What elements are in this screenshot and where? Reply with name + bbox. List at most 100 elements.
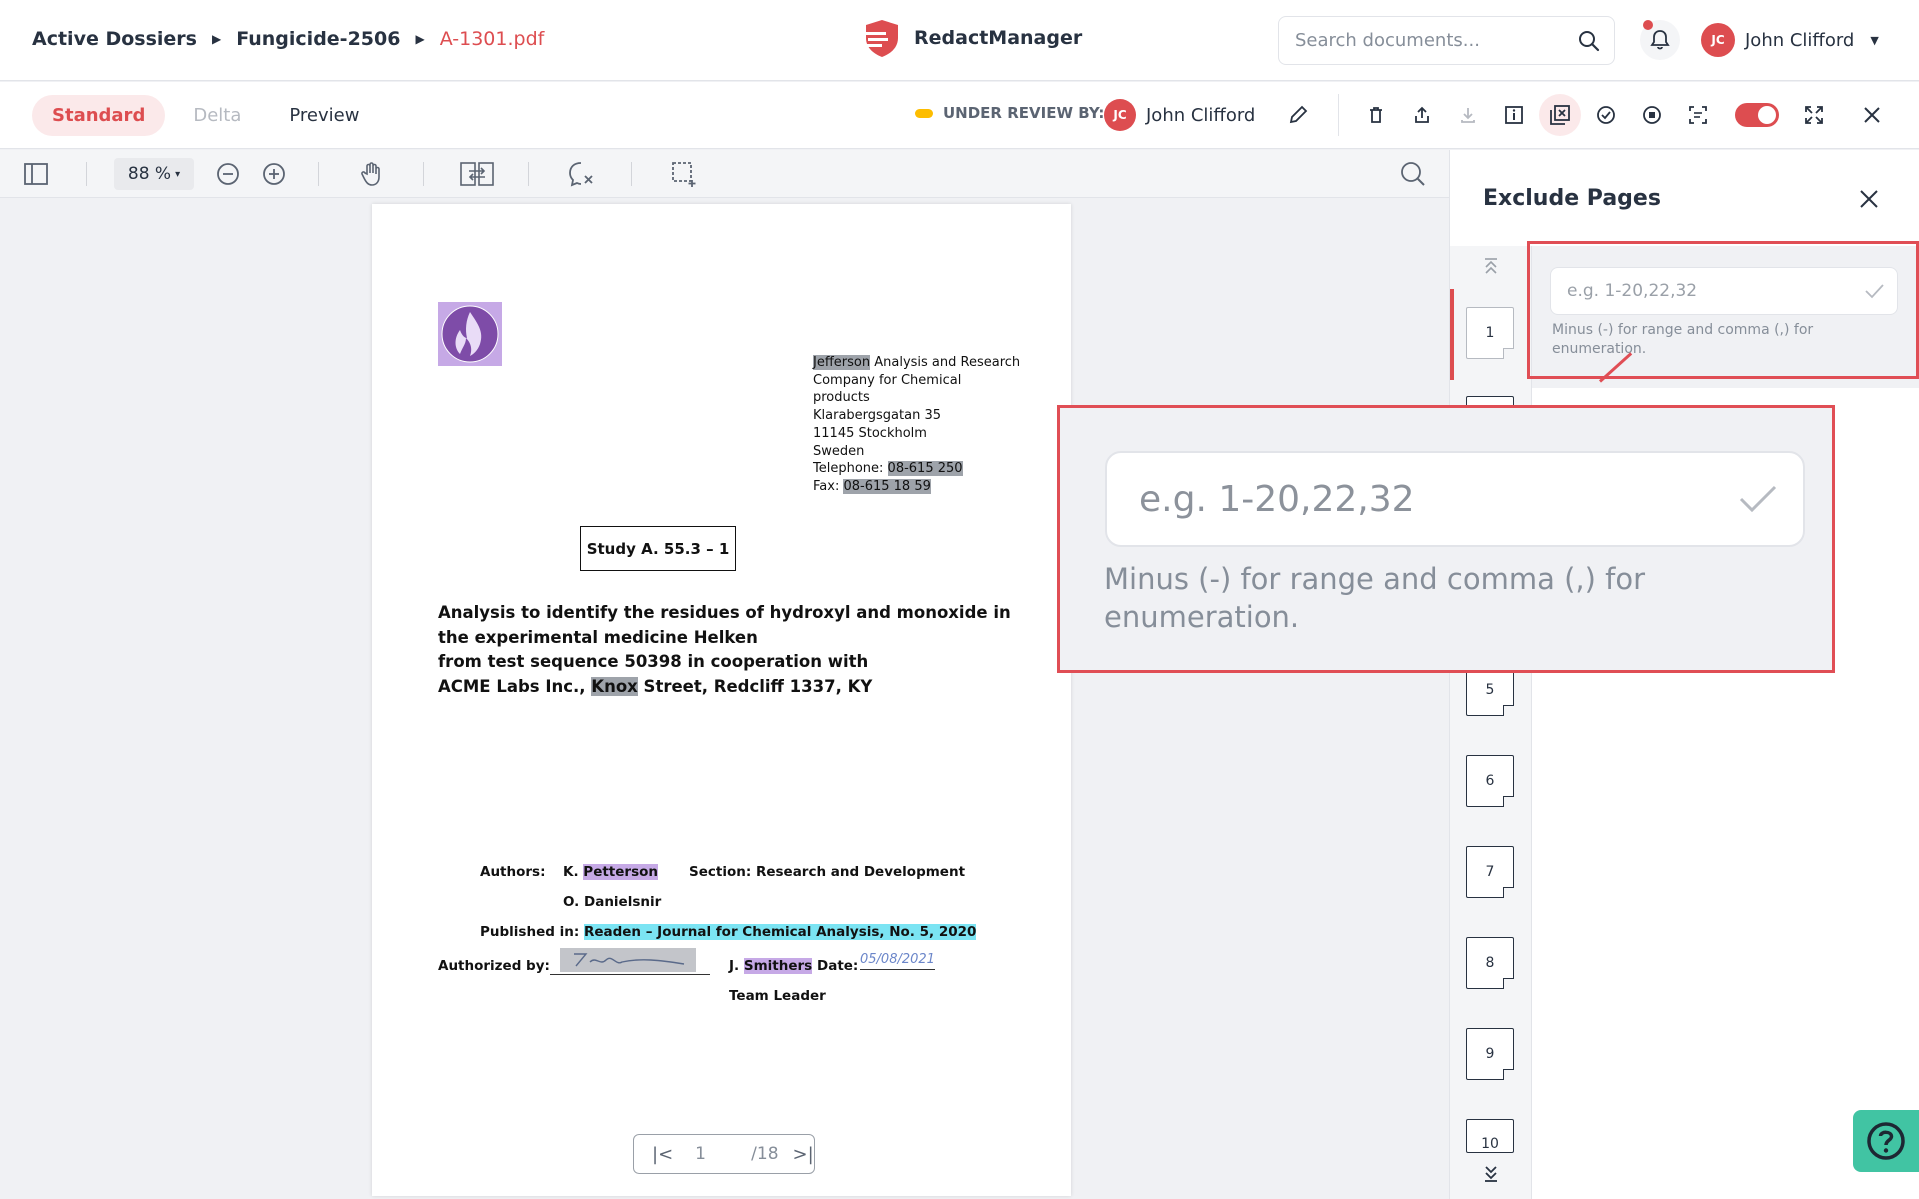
exclude-pages-icon <box>1550 105 1570 125</box>
breadcrumb-file[interactable]: A-1301.pdf <box>440 28 545 50</box>
page-thumbnail[interactable]: 10 <box>1466 1119 1514 1153</box>
redaction-toggle[interactable] <box>1735 103 1779 127</box>
scan-button[interactable] <box>1677 94 1719 136</box>
export-button[interactable] <box>1401 94 1443 136</box>
edit-pencil-icon[interactable] <box>1287 104 1309 126</box>
page-thumbnail[interactable]: 1 <box>1466 307 1514 359</box>
redacted-signer[interactable]: Smithers <box>743 958 813 974</box>
redacted-street[interactable]: Knox <box>591 676 638 696</box>
compare-button[interactable] <box>459 158 495 190</box>
approve-button[interactable] <box>1585 94 1627 136</box>
page-total: /18 <box>751 1144 779 1164</box>
page-thumbnail[interactable]: 8 <box>1466 937 1514 989</box>
page-thumbnail[interactable]: 7 <box>1466 846 1514 898</box>
tab-standard[interactable]: Standard <box>32 95 166 136</box>
close-panel-button[interactable] <box>1854 184 1884 214</box>
address-line: products <box>813 390 870 406</box>
search-icon[interactable] <box>1578 30 1600 52</box>
document-search-button[interactable] <box>1397 158 1429 190</box>
zoom-out-button[interactable] <box>212 158 244 190</box>
tab-preview[interactable]: Preview <box>269 95 379 136</box>
pan-tool-button[interactable] <box>356 158 388 190</box>
close-document-button[interactable] <box>1851 94 1893 136</box>
fullscreen-button[interactable] <box>1793 94 1835 136</box>
exclude-pages-input-magnified[interactable] <box>1139 478 1735 520</box>
notification-dot <box>1643 20 1653 30</box>
search-input[interactable] <box>1295 30 1578 51</box>
company-address: Jefferson Analysis and Research Company … <box>813 355 1021 494</box>
close-icon <box>1860 190 1878 208</box>
breadcrumb-dossier[interactable]: Fungicide-2506 <box>236 28 400 50</box>
exclude-pages-button[interactable] <box>1539 94 1581 136</box>
check-icon[interactable] <box>1735 477 1779 521</box>
reviewer-avatar: JC <box>1104 99 1136 131</box>
first-page-icon[interactable]: |< <box>652 1144 673 1165</box>
hand-icon <box>361 162 380 186</box>
chevron-down-icon: ▼ <box>1870 33 1879 47</box>
panel-title: Exclude Pages <box>1483 186 1661 211</box>
company-logo <box>438 302 502 366</box>
exclude-pages-field-magnified[interactable] <box>1105 451 1805 547</box>
download-button[interactable] <box>1447 94 1489 136</box>
redacted-company-name[interactable]: Jefferson <box>813 355 871 370</box>
reviewer: JC John Clifford <box>1104 99 1309 131</box>
divider <box>528 162 529 186</box>
view-mode-tabs: Standard Delta Preview <box>32 95 379 136</box>
document-title: Analysis to identify the residues of hyd… <box>438 603 1011 696</box>
date-label: Date: <box>817 958 859 974</box>
authorized-label: Authorized by: <box>438 958 550 974</box>
current-page-indicator <box>1450 289 1454 380</box>
zoom-select[interactable]: 88 % ▾ <box>114 158 194 190</box>
redacted-signature-image[interactable] <box>560 948 696 972</box>
select-area-icon <box>672 162 696 187</box>
document-actions <box>1330 94 1897 136</box>
page-thumbnail[interactable]: 6 <box>1466 755 1514 807</box>
delete-button[interactable] <box>1355 94 1397 136</box>
handwritten-date[interactable]: 05/08/2021 <box>860 952 935 970</box>
search-box[interactable] <box>1278 16 1615 65</box>
published-line: Published in: Readen – Journal for Chemi… <box>480 924 977 940</box>
redacted-fax[interactable]: 08-615 18 59 <box>843 478 931 494</box>
chevrons-up-icon[interactable] <box>1481 256 1501 276</box>
area-select-button[interactable] <box>668 158 700 190</box>
review-label: UNDER REVIEW BY: <box>943 104 1105 122</box>
zoom-in-icon <box>263 163 285 185</box>
clear-annotations-button[interactable] <box>565 158 597 190</box>
status-indicator <box>915 108 933 118</box>
toggle-sidebar-button[interactable] <box>20 158 52 190</box>
address-line: Sweden <box>813 443 865 459</box>
help-button[interactable] <box>1853 1110 1919 1172</box>
last-page-icon[interactable]: >| <box>793 1144 814 1165</box>
search-icon <box>1401 162 1425 186</box>
viewer-toolbar: 88 % ▾ <box>0 150 1449 198</box>
study-box: Study A. 55.3 – 1 <box>580 526 736 571</box>
breadcrumb-active-dossiers[interactable]: Active Dossiers <box>32 28 197 50</box>
stop-button[interactable] <box>1631 94 1673 136</box>
chevrons-down-icon[interactable] <box>1481 1164 1501 1184</box>
user-menu[interactable]: JC John Clifford ▼ <box>1701 23 1879 57</box>
highlighted-journal[interactable]: Readen – Journal for Chemical Analysis, … <box>583 924 977 940</box>
redacted-telephone[interactable]: 08-615 250 <box>887 461 963 477</box>
tab-delta[interactable]: Delta <box>173 95 261 136</box>
expand-icon <box>1805 106 1823 124</box>
document-toolbar: Standard Delta Preview UNDER REVIEW BY: … <box>0 82 1919 149</box>
redacted-author[interactable]: Petterson <box>583 864 658 880</box>
stop-circle-icon <box>1643 106 1661 124</box>
document-page: Jefferson Analysis and Research Company … <box>372 204 1071 1196</box>
section-text: Section: Research and Development <box>689 864 966 880</box>
comment-remove-icon <box>569 162 593 187</box>
page-thumbnails: 1 5 6 7 8 9 10 <box>1450 246 1532 1199</box>
signature-line <box>550 974 710 975</box>
divider <box>631 162 632 186</box>
zoom-out-icon <box>217 163 239 185</box>
document-info-button[interactable] <box>1493 94 1535 136</box>
check-circle-icon <box>1597 106 1615 124</box>
app-logo[interactable]: RedactManager <box>862 18 1082 58</box>
review-status: UNDER REVIEW BY: <box>915 104 1104 122</box>
notifications-button[interactable] <box>1640 20 1680 60</box>
page-thumbnail[interactable]: 9 <box>1466 1028 1514 1080</box>
address-line: Klarabergsgatan 35 <box>813 408 942 424</box>
user-name: John Clifford <box>1745 29 1855 51</box>
zoom-in-button[interactable] <box>258 158 290 190</box>
page-number-input[interactable]: 1 <box>695 1144 735 1164</box>
